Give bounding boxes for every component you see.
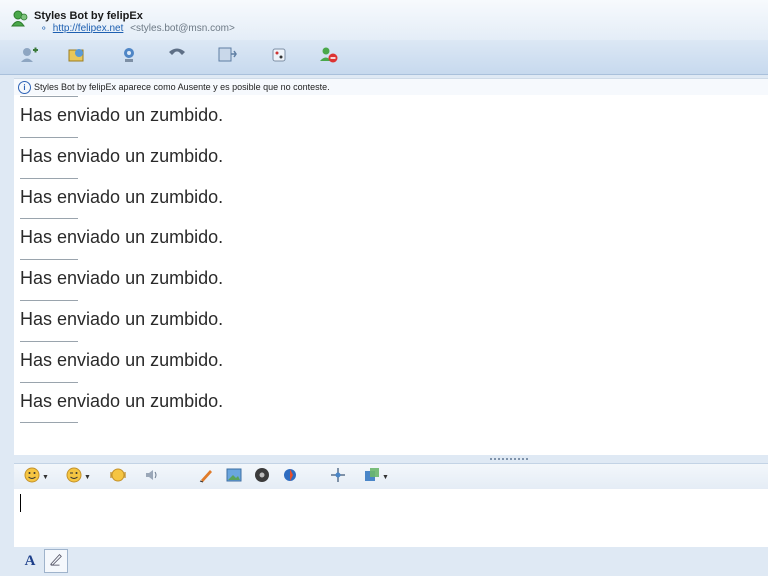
away-notice: Styles Bot by felipEx aparece como Ausen… xyxy=(34,82,330,92)
invite-button[interactable] xyxy=(16,46,42,68)
message-text: Has enviado un zumbido. xyxy=(20,390,224,411)
status-info-bar: i Styles Bot by felipEx aparece como Aus… xyxy=(14,78,768,96)
message-item: Has enviado un zumbido. xyxy=(14,340,768,381)
message-text: Has enviado un zumbido. xyxy=(20,349,224,370)
message-separator xyxy=(20,381,78,383)
games-icon xyxy=(269,46,289,69)
message-text: Has enviado un zumbido. xyxy=(20,186,224,207)
sparkle-button[interactable] xyxy=(330,467,346,488)
chevron-down-icon: ▼ xyxy=(84,473,91,481)
contact-header: Styles Bot by felipEx ⚬ http://felipex.n… xyxy=(0,0,768,40)
chevron-down-icon: ▼ xyxy=(42,473,49,481)
message-separator xyxy=(20,177,78,179)
wink-icon xyxy=(66,467,82,488)
message-item: Has enviado un zumbido. xyxy=(14,258,768,299)
pane-splitter[interactable] xyxy=(14,455,768,463)
games-button[interactable] xyxy=(266,46,292,68)
window-frame-left xyxy=(0,74,14,576)
contact-email: <styles.bot@msn.com> xyxy=(130,23,235,34)
message-item: Has enviado un zumbido. xyxy=(14,136,768,177)
conversation-history[interactable]: Has enviado un zumbido. Has enviado un zu… xyxy=(14,95,768,455)
background-button[interactable]: ▼ xyxy=(364,467,389,488)
conversation-toolbar xyxy=(0,40,768,75)
message-input[interactable] xyxy=(14,489,768,547)
message-item: Has enviado un zumbido. xyxy=(14,299,768,340)
message-separator xyxy=(20,218,78,220)
message-text: Has enviado un zumbido. xyxy=(20,227,224,248)
activities-icon xyxy=(217,46,237,69)
contact-name: Styles Bot by felipEx xyxy=(34,10,143,22)
call-button[interactable] xyxy=(164,46,190,68)
voice-clip-button[interactable] xyxy=(144,468,160,486)
block-button[interactable] xyxy=(316,46,342,68)
ink-button[interactable] xyxy=(198,468,214,486)
image-icon xyxy=(226,467,242,488)
ink-icon xyxy=(198,467,214,488)
gift-icon xyxy=(282,467,298,488)
chat-window: Styles Bot by felipEx ⚬ http://felipex.n… xyxy=(0,0,768,576)
splitter-grip[interactable] xyxy=(490,458,530,460)
sparkle-icon xyxy=(330,467,346,488)
send-files-button[interactable] xyxy=(64,46,90,68)
message-item: Has enviado un zumbido. xyxy=(14,381,768,422)
gift-button[interactable] xyxy=(282,468,298,486)
message-separator xyxy=(20,422,78,424)
chevron-down-icon: ▼ xyxy=(382,473,389,481)
image-button[interactable] xyxy=(226,468,242,486)
message-text: Has enviado un zumbido. xyxy=(20,308,224,329)
handwriting-button[interactable] xyxy=(44,549,68,573)
info-icon: i xyxy=(18,81,31,94)
webcam-icon xyxy=(119,46,139,69)
invite-icon xyxy=(19,46,39,69)
message-separator xyxy=(20,259,78,261)
music-icon xyxy=(254,467,270,488)
message-separator xyxy=(20,96,78,97)
music-button[interactable] xyxy=(254,467,270,488)
block-icon xyxy=(319,46,339,69)
input-mode-bar: A xyxy=(14,547,768,576)
pen-icon xyxy=(49,552,63,571)
webcam-button[interactable] xyxy=(116,46,142,68)
wink-button[interactable]: ▼ xyxy=(66,467,91,488)
message-text: Has enviado un zumbido. xyxy=(20,145,224,166)
message-separator xyxy=(20,299,78,301)
message-text: Has enviado un zumbido. xyxy=(20,268,224,289)
contact-subline: ⚬ http://felipex.net <styles.bot@msn.com… xyxy=(40,23,235,34)
nudge-icon xyxy=(110,467,126,488)
font-button[interactable]: A xyxy=(18,549,42,573)
contact-url-link[interactable]: http://felipex.net xyxy=(53,23,124,34)
voice-clip-icon xyxy=(144,467,160,488)
background-icon xyxy=(364,467,380,488)
message-separator xyxy=(20,136,78,138)
emoticon-icon xyxy=(24,467,40,488)
font-icon: A xyxy=(24,552,36,569)
message-input-area[interactable] xyxy=(14,489,768,547)
link-icon: ⚬ xyxy=(40,23,48,33)
call-icon xyxy=(167,46,187,69)
message-item: Has enviado un zumbido. xyxy=(14,95,768,136)
emoticon-button[interactable]: ▼ xyxy=(24,467,49,488)
message-separator xyxy=(20,340,78,342)
message-text: Has enviado un zumbido. xyxy=(20,105,224,125)
format-toolbar: ▼ ▼ ▼ xyxy=(14,463,768,490)
send-files-icon xyxy=(67,46,87,69)
message-list: Has enviado un zumbido. Has enviado un zu… xyxy=(14,95,768,424)
activities-button[interactable] xyxy=(214,46,240,68)
contact-status-icon xyxy=(10,9,30,29)
nudge-button[interactable] xyxy=(110,468,126,486)
message-item: Has enviado un zumbido. xyxy=(14,177,768,218)
message-item: Has enviado un zumbido. xyxy=(14,217,768,258)
